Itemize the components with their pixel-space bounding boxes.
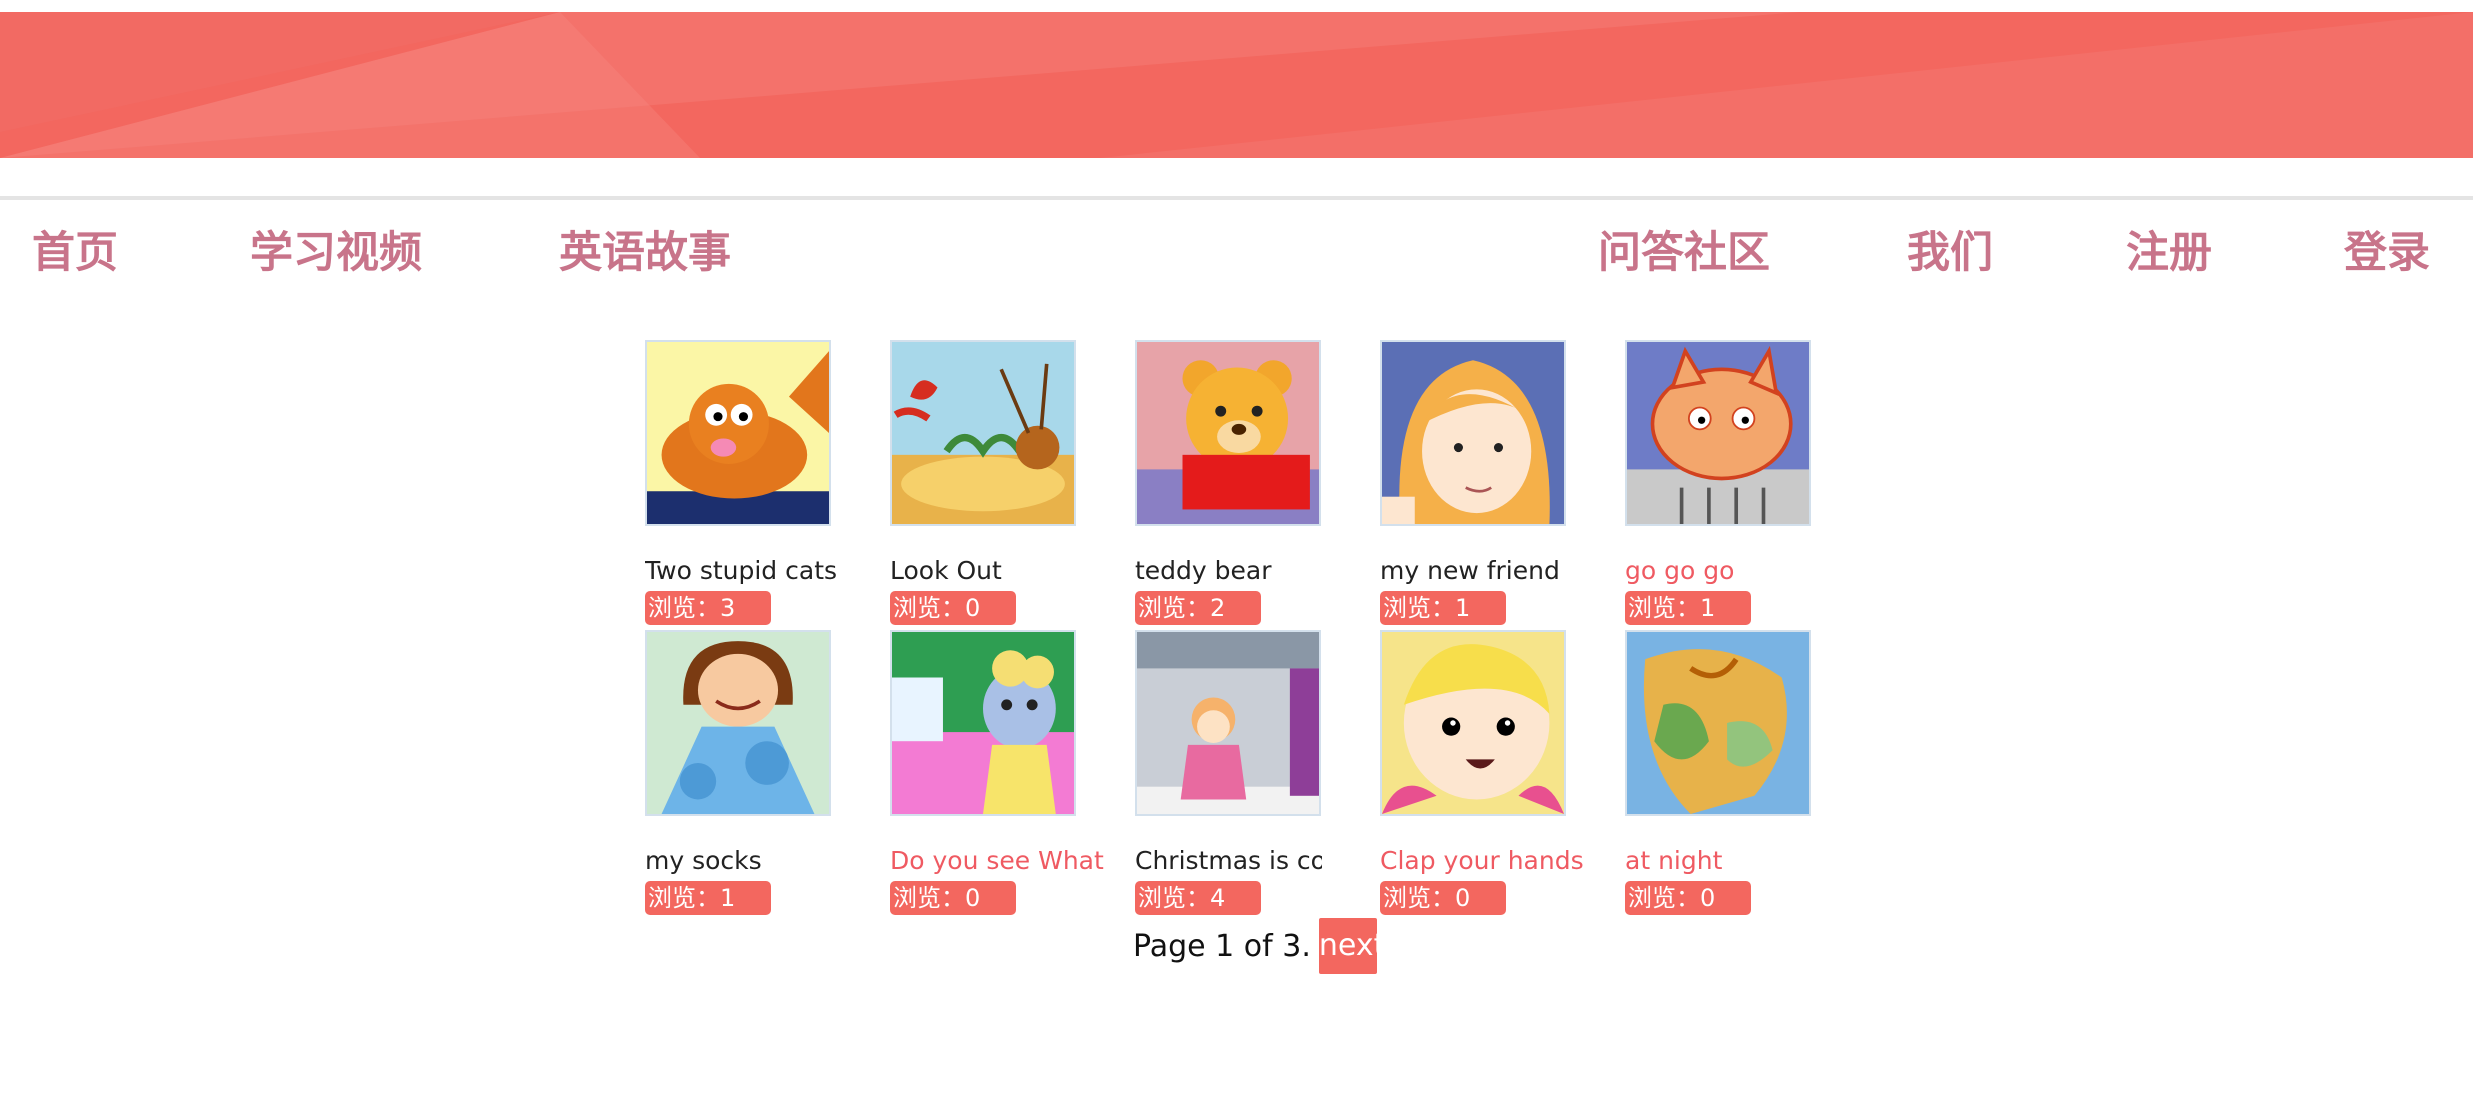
- view-count-badge: 浏览：0: [890, 881, 1016, 915]
- view-count-badge: 浏览：2: [1135, 591, 1261, 625]
- story-card[interactable]: at night 浏览：0: [1625, 630, 1915, 920]
- girl-cartoon-icon: [1382, 342, 1564, 524]
- nav-qa-community[interactable]: 问答社区: [1598, 225, 1770, 281]
- story-thumbnail[interactable]: [1380, 630, 1566, 816]
- story-title[interactable]: my socks: [645, 846, 895, 876]
- view-count-badge: 浏览：1: [1380, 591, 1506, 625]
- pagination: Page 1 of 3. next: [1133, 918, 1385, 974]
- story-thumbnail[interactable]: [1380, 340, 1566, 526]
- story-thumbnail[interactable]: [1625, 630, 1811, 816]
- nav-english-stories[interactable]: 英语故事: [559, 225, 731, 281]
- winter-girl-icon: [1137, 632, 1319, 814]
- story-thumbnail[interactable]: [1625, 340, 1811, 526]
- story-thumbnail[interactable]: [645, 630, 831, 816]
- story-title[interactable]: Christmas is coming: [1135, 846, 1322, 876]
- story-thumbnail[interactable]: [1135, 340, 1321, 526]
- story-thumbnail[interactable]: [645, 340, 831, 526]
- lobster-cartoon-icon: [892, 342, 1074, 524]
- nav-home[interactable]: 首页: [32, 225, 118, 281]
- nav-learning-videos[interactable]: 学习视频: [250, 225, 422, 281]
- view-count-badge: 浏览：1: [645, 881, 771, 915]
- view-count-badge: 浏览：4: [1135, 881, 1261, 915]
- cat-sketch-icon: [1627, 342, 1809, 524]
- story-thumbnail[interactable]: [890, 340, 1076, 526]
- teddy-bear-icon: [1137, 342, 1319, 524]
- nav-login[interactable]: 登录: [2344, 225, 2430, 281]
- view-count-badge: 浏览：0: [1625, 881, 1751, 915]
- story-title[interactable]: Clap your hands: [1380, 846, 1630, 876]
- baby-face-icon: [1382, 632, 1564, 814]
- cat-cartoon-icon: [647, 342, 829, 524]
- story-title[interactable]: go go go: [1625, 556, 1875, 586]
- abstract-colors-icon: [1627, 632, 1809, 814]
- pagination-status: Page 1 of 3.: [1133, 928, 1311, 964]
- nav-register[interactable]: 注册: [2126, 225, 2212, 281]
- view-count-badge: 浏览：1: [1625, 591, 1751, 625]
- animal-kitchen-icon: [892, 632, 1074, 814]
- story-title[interactable]: at night: [1625, 846, 1875, 876]
- story-title[interactable]: Look Out: [890, 556, 1140, 586]
- header-divider: [0, 196, 2473, 200]
- view-count-badge: 浏览：3: [645, 591, 771, 625]
- view-count-badge: 浏览：0: [890, 591, 1016, 625]
- story-title[interactable]: Do you see What: [890, 846, 1140, 876]
- view-count-badge: 浏览：0: [1380, 881, 1506, 915]
- nav-about-us[interactable]: 我们: [1907, 225, 1993, 281]
- story-card[interactable]: go go go 浏览：1: [1625, 340, 1915, 630]
- story-thumbnail[interactable]: [1135, 630, 1321, 816]
- story-thumbnail[interactable]: [890, 630, 1076, 816]
- girl-dress-icon: [647, 632, 829, 814]
- story-title[interactable]: my new friend: [1380, 556, 1630, 586]
- header-banner: [0, 12, 2473, 158]
- story-title[interactable]: Two stupid cats: [645, 556, 895, 586]
- story-title[interactable]: teddy bear: [1135, 556, 1385, 586]
- next-page-button[interactable]: next: [1318, 918, 1385, 974]
